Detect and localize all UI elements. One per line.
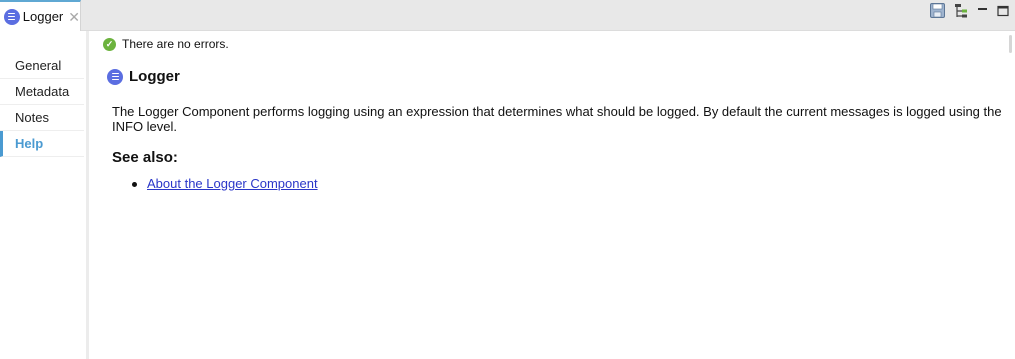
- see-also-list: About the Logger Component: [132, 175, 318, 193]
- page-title: Logger: [129, 68, 180, 85]
- view-toolbar: [930, 3, 1009, 24]
- check-icon: ✓: [103, 37, 116, 51]
- status-message: ✓ There are no errors.: [103, 37, 229, 51]
- tab-label: Logger: [22, 9, 64, 24]
- tab-logger[interactable]: Logger ✕: [0, 0, 81, 31]
- sidebar-item-help[interactable]: Help: [0, 131, 84, 157]
- sidebar-item-metadata[interactable]: Metadata: [0, 79, 84, 105]
- tree-icon[interactable]: [954, 3, 968, 24]
- sidebar-item-general[interactable]: General: [0, 53, 84, 79]
- see-also-heading: See also:: [112, 149, 178, 166]
- save-icon[interactable]: [930, 3, 945, 23]
- about-logger-link[interactable]: About the Logger Component: [147, 175, 318, 193]
- maximize-icon[interactable]: [997, 4, 1009, 22]
- scrollbar[interactable]: [1009, 35, 1012, 53]
- help-panel: ✓ There are no errors. Logger The Logger…: [92, 31, 1015, 359]
- help-title: Logger: [107, 68, 180, 85]
- minimize-icon[interactable]: [977, 4, 988, 22]
- bullet-icon: [132, 181, 137, 187]
- properties-sidebar: General Metadata Notes Help: [0, 31, 89, 359]
- close-icon[interactable]: ✕: [68, 10, 80, 24]
- component-description: The Logger Component performs logging us…: [112, 104, 1002, 134]
- logger-icon: [107, 68, 123, 85]
- status-text: There are no errors.: [122, 37, 229, 51]
- list-item: About the Logger Component: [132, 175, 318, 193]
- sidebar-item-notes[interactable]: Notes: [0, 105, 84, 131]
- logger-icon: [4, 8, 20, 25]
- editor-tab-bar: Logger ✕: [0, 0, 1015, 31]
